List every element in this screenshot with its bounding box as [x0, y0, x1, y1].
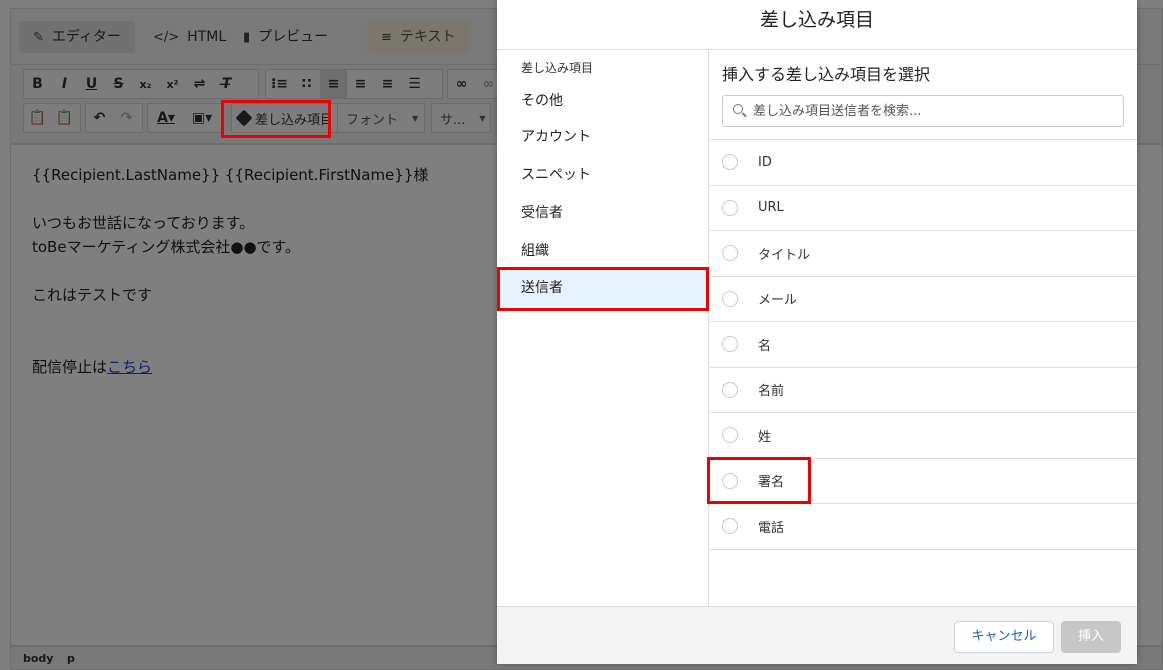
radio-button[interactable]: [722, 381, 738, 398]
field-option-title[interactable]: タイトル: [710, 231, 1137, 277]
category-panel: 差し込み項目 その他 アカウント スニペット 受信者 組織 送信者: [497, 50, 709, 606]
radio-button[interactable]: [722, 154, 738, 171]
insert-button[interactable]: 挿入: [1061, 621, 1121, 653]
category-item-organization[interactable]: 組織: [497, 232, 709, 270]
radio-button[interactable]: [722, 336, 738, 353]
field-option-last-name[interactable]: 姓: [710, 413, 1137, 459]
highlight-signature-field: [707, 457, 811, 504]
dialog-footer: キャンセル 挿入: [497, 606, 1137, 664]
radio-button[interactable]: [722, 290, 738, 307]
category-item-snippet[interactable]: スニペット: [497, 156, 709, 194]
category-item-recipient[interactable]: 受信者: [497, 194, 709, 232]
cancel-button[interactable]: キャンセル: [954, 621, 1054, 653]
field-search[interactable]: [722, 95, 1124, 127]
field-option-phone[interactable]: 電話: [710, 504, 1137, 550]
category-item-other[interactable]: その他: [497, 82, 709, 120]
highlight-sender-category: [497, 267, 709, 311]
field-panel: 挿入する差し込み項目を選択 ID URL タイトル メール 名 名前 姓 署名 …: [710, 50, 1137, 606]
field-option-full-name[interactable]: 名前: [710, 368, 1137, 413]
highlight-merge-button: [221, 100, 331, 138]
radio-button[interactable]: [722, 199, 738, 216]
dialog-title: 差し込み項目: [497, 0, 1137, 50]
radio-button[interactable]: [722, 518, 738, 535]
field-search-input[interactable]: [753, 101, 1113, 121]
category-item-account[interactable]: アカウント: [497, 118, 709, 156]
merge-field-dialog: 差し込み項目 差し込み項目 その他 アカウント スニペット 受信者 組織 送信者…: [497, 0, 1137, 664]
radio-button[interactable]: [722, 245, 738, 262]
search-icon: [733, 104, 743, 114]
field-option-id[interactable]: ID: [710, 140, 1137, 186]
radio-button[interactable]: [722, 427, 738, 444]
field-option-first-name[interactable]: 名: [710, 322, 1137, 368]
field-option-email[interactable]: メール: [710, 277, 1137, 322]
field-option-url[interactable]: URL: [710, 186, 1137, 231]
field-heading: 挿入する差し込み項目を選択: [722, 65, 931, 84]
category-heading: 差し込み項目: [521, 61, 594, 75]
